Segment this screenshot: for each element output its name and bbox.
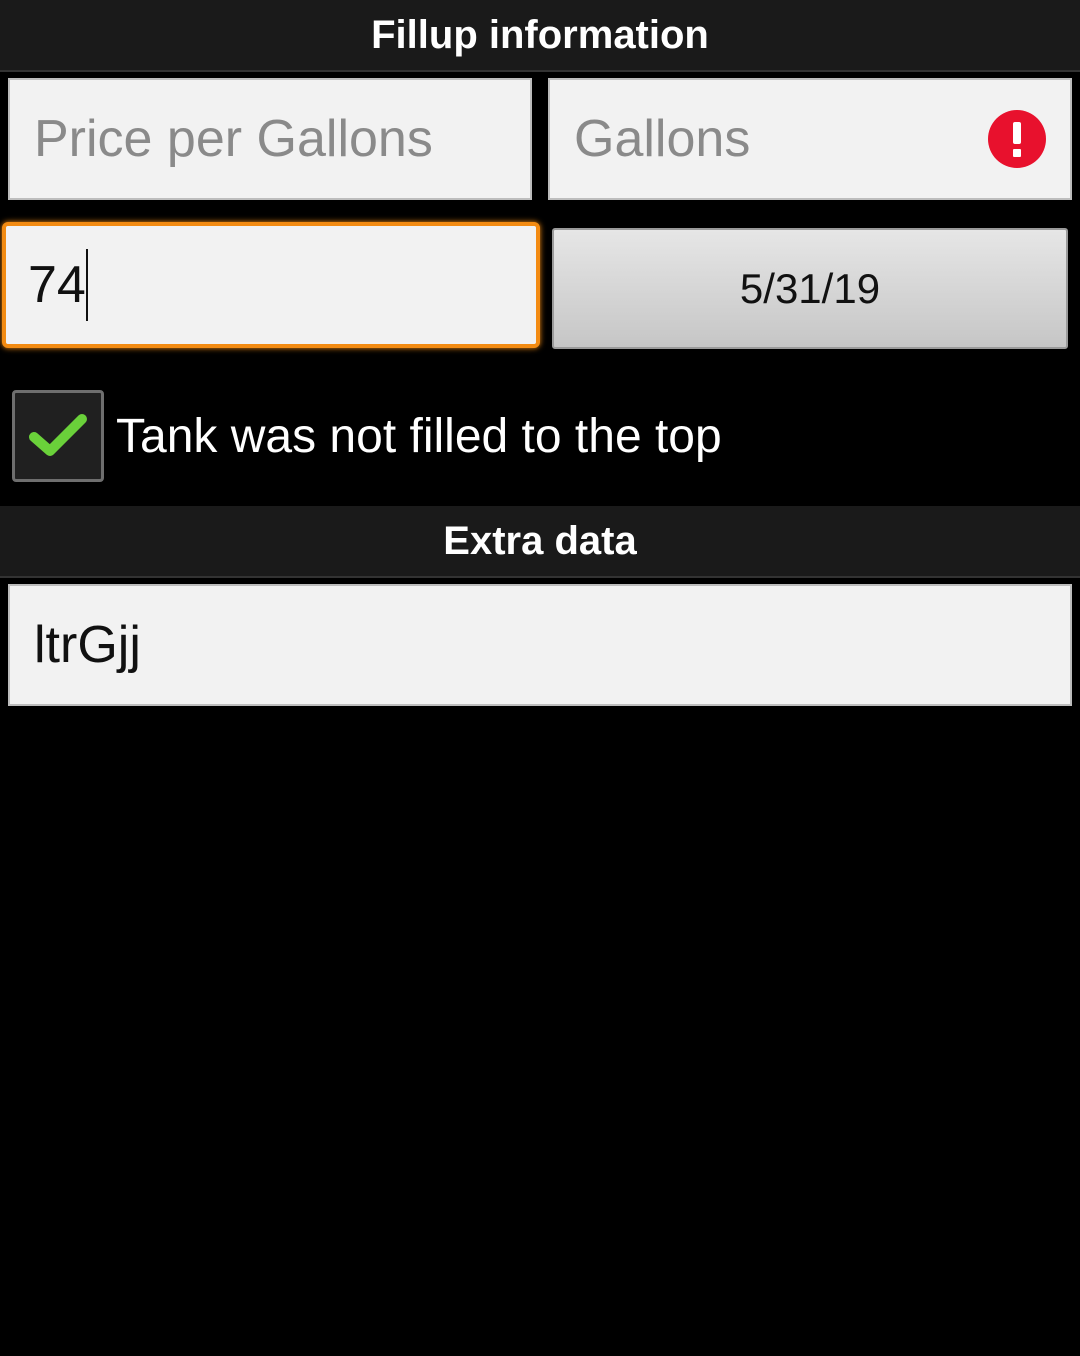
extra-data-value: ltrGjj	[34, 616, 141, 674]
date-button-label: 5/31/19	[739, 264, 881, 312]
text-caret	[85, 249, 88, 321]
price-per-gallon-placeholder: Price per Gallons	[34, 110, 433, 168]
date-button[interactable]: 5/31/19	[552, 228, 1068, 349]
extra-data-title: Extra data	[443, 518, 637, 563]
fillup-info-header: Fillup information	[0, 0, 1080, 72]
error-icon	[988, 110, 1046, 168]
price-per-gallon-field[interactable]: Price per Gallons	[8, 78, 532, 200]
not-filled-checkbox[interactable]	[12, 390, 104, 482]
not-filled-checkbox-label: Tank was not filled to the top	[116, 409, 722, 463]
odometer-value: 74	[28, 256, 86, 314]
gallons-field[interactable]: Gallons	[548, 78, 1072, 200]
not-filled-checkbox-row[interactable]: Tank was not filled to the top	[12, 390, 722, 482]
gallons-placeholder: Gallons	[574, 110, 751, 168]
odometer-field[interactable]: 74	[2, 222, 540, 348]
fillup-screen: Fillup information Price per Gallons Gal…	[0, 0, 1080, 1356]
extra-data-field[interactable]: ltrGjj	[8, 584, 1072, 706]
checkmark-icon	[29, 414, 87, 456]
extra-data-header: Extra data	[0, 506, 1080, 578]
fillup-info-title: Fillup information	[371, 12, 709, 57]
